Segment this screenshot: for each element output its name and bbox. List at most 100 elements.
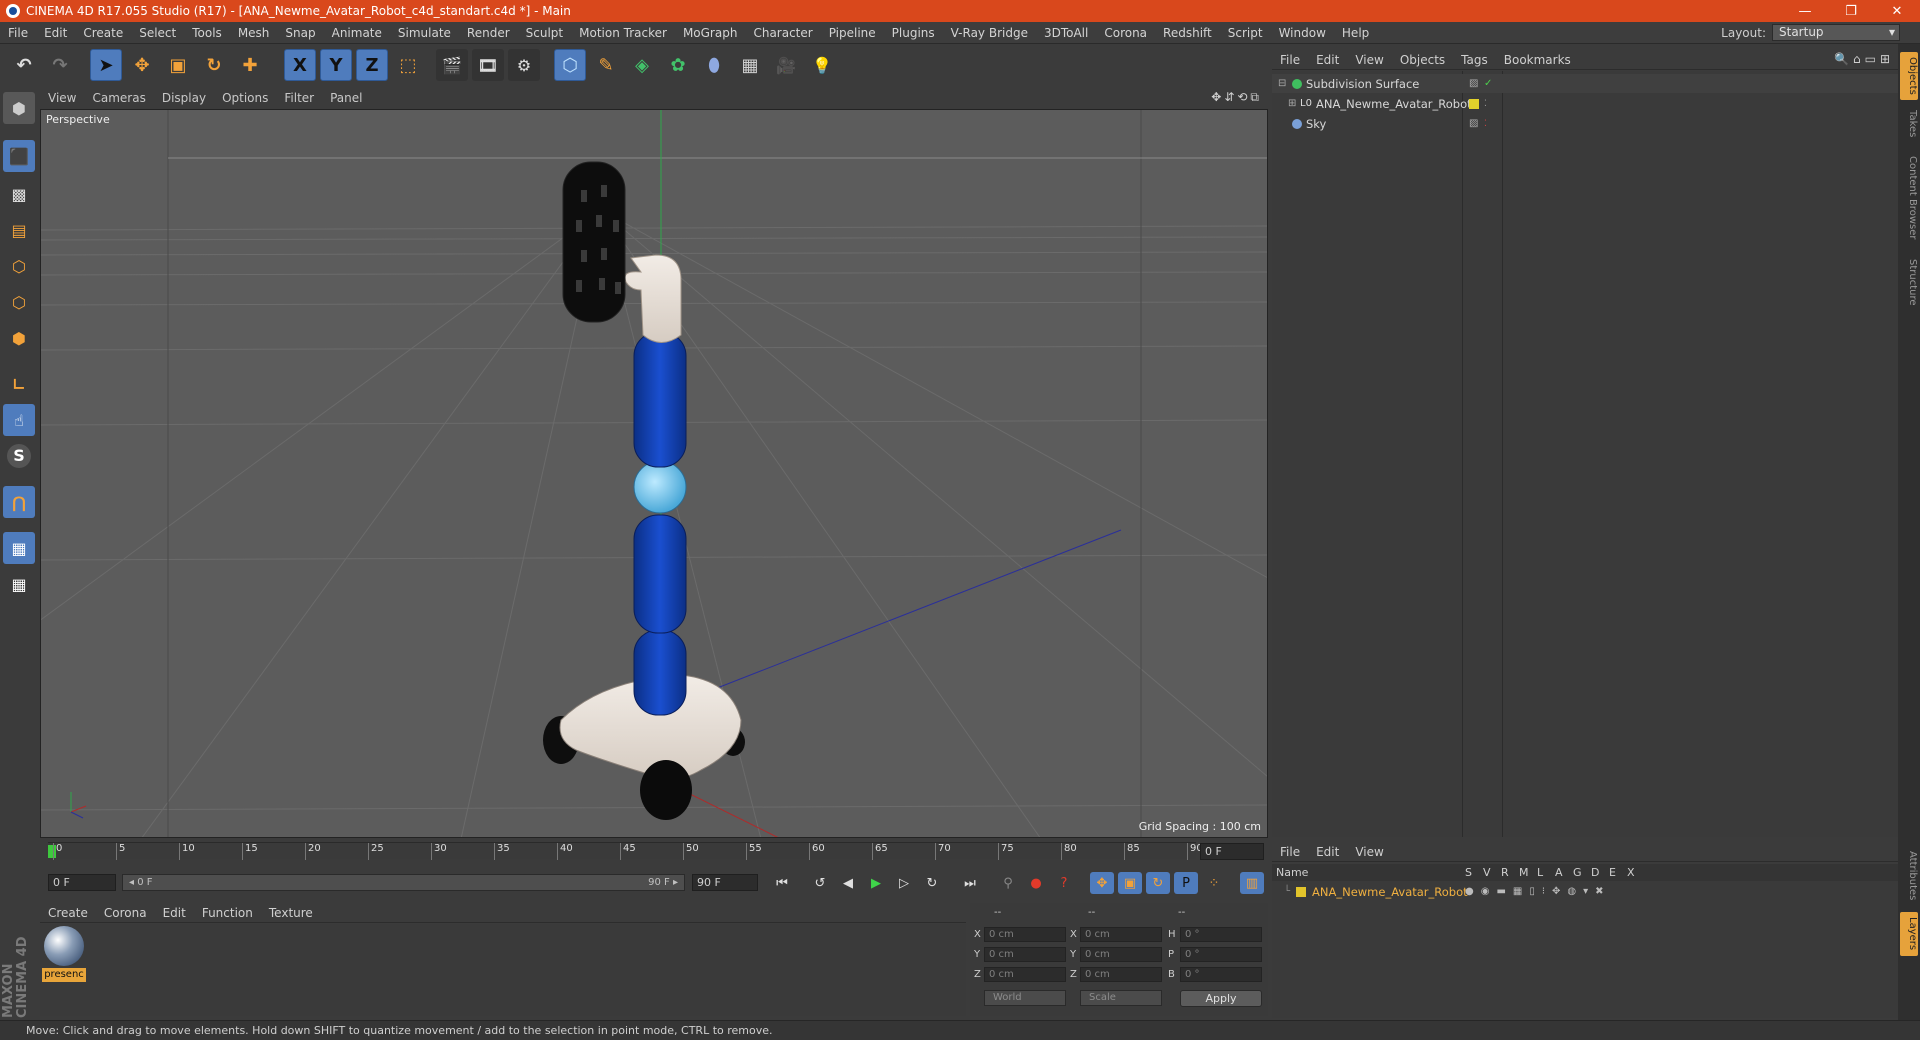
record-active-objects-icon[interactable]: ● <box>1024 872 1048 894</box>
light-object-icon[interactable]: 💡 <box>806 49 838 81</box>
coordinate-mode-dropdown[interactable]: World <box>984 990 1066 1006</box>
viewport-menu-display[interactable]: Display <box>154 91 214 105</box>
recent-tool-icon[interactable]: ✚ <box>234 49 266 81</box>
viewport-menu-cameras[interactable]: Cameras <box>84 91 153 105</box>
snap-magnet-icon[interactable]: ⋂ <box>3 486 35 518</box>
record-parameter-icon[interactable]: P <box>1174 872 1198 894</box>
menu-mesh[interactable]: Mesh <box>230 26 278 40</box>
deformer-icon[interactable]: ⬮ <box>698 49 730 81</box>
menu-3dtoall[interactable]: 3DToAll <box>1036 26 1096 40</box>
mm-menu-edit[interactable]: Edit <box>155 906 194 920</box>
coordinate-system-icon[interactable]: ⬚ <box>392 49 424 81</box>
collapse-icon[interactable]: ⊟ <box>1278 78 1286 89</box>
locked-workplane-icon[interactable]: ▦ <box>3 532 35 564</box>
mm-menu-function[interactable]: Function <box>194 906 261 920</box>
redo-icon[interactable]: ↷ <box>44 49 76 81</box>
axis-mode-icon[interactable]: ∟ <box>3 368 35 400</box>
make-editable-icon[interactable]: ⬢ <box>3 92 35 124</box>
menu-corona[interactable]: Corona <box>1096 26 1155 40</box>
menu-select[interactable]: Select <box>131 26 184 40</box>
apply-button[interactable]: Apply <box>1180 990 1262 1007</box>
select-tool-icon[interactable]: ➤ <box>90 49 122 81</box>
previous-frame-icon[interactable]: ◀ <box>836 872 860 894</box>
layer-color-icon[interactable] <box>1469 98 1479 109</box>
pos-y-field[interactable]: 0 cm <box>984 947 1066 962</box>
points-mode-icon[interactable]: ⬡ <box>3 250 35 282</box>
visibility-dots-icon[interactable]: ⁚ <box>1484 119 1487 129</box>
model-mode-icon[interactable]: ⬛ <box>3 140 35 172</box>
play-forward-icon[interactable]: ▶ <box>864 872 888 894</box>
object-row-sky[interactable]: Sky ▨ ⁚ <box>1272 114 1898 133</box>
om-menu-bookmarks[interactable]: Bookmarks <box>1496 53 1579 67</box>
rotate-tool-icon[interactable]: ↻ <box>198 49 230 81</box>
column-m[interactable]: M <box>1519 866 1529 879</box>
menu-window[interactable]: Window <box>1271 26 1334 40</box>
record-point-level-icon[interactable]: ⁘ <box>1202 872 1226 894</box>
go-to-start-icon[interactable]: ⏮ <box>770 872 794 894</box>
column-x[interactable]: X <box>1627 866 1635 879</box>
workplane-mode-icon[interactable]: ▤ <box>3 214 35 246</box>
visibility-dots-icon[interactable]: ⁚ <box>1484 99 1487 109</box>
column-s[interactable]: S <box>1465 866 1472 879</box>
go-to-end-icon[interactable]: ⏭ <box>958 872 982 894</box>
om-menu-view[interactable]: View <box>1347 53 1391 67</box>
menu-tools[interactable]: Tools <box>184 26 230 40</box>
viewport-menu-filter[interactable]: Filter <box>276 91 322 105</box>
column-g[interactable]: G <box>1573 866 1582 879</box>
next-key-icon[interactable]: ↻ <box>920 872 944 894</box>
column-l[interactable]: L <box>1537 866 1543 879</box>
om-menu-edit[interactable]: Edit <box>1308 53 1347 67</box>
layer-flag-icons[interactable]: ●◉▬▦▯⁝✥◍▾✖ <box>1465 886 1611 897</box>
render-settings-icon[interactable]: ⚙ <box>508 49 540 81</box>
object-row-robot[interactable]: ⊞ L0 ANA_Newme_Avatar_Robot ⁚ <box>1272 94 1898 113</box>
menu-plugins[interactable]: Plugins <box>884 26 943 40</box>
undo-icon[interactable]: ↶ <box>8 49 40 81</box>
tab-objects[interactable]: Objects <box>1900 52 1918 100</box>
menu-character[interactable]: Character <box>745 26 820 40</box>
cube-object-icon[interactable]: ⬡ <box>554 49 586 81</box>
layer-color-swatch[interactable] <box>1296 886 1306 897</box>
autokeying-icon[interactable]: ? <box>1052 872 1076 894</box>
render-view-icon[interactable]: 🎬 <box>436 49 468 81</box>
mm-menu-create[interactable]: Create <box>40 906 96 920</box>
subdivision-surface-icon[interactable]: ◈ <box>626 49 658 81</box>
current-frame-field[interactable]: 0 F <box>1200 843 1264 860</box>
floor-object-icon[interactable]: ▦ <box>734 49 766 81</box>
menu-simulate[interactable]: Simulate <box>390 26 459 40</box>
size-y-field[interactable]: 0 cm <box>1080 947 1162 962</box>
column-v[interactable]: V <box>1483 866 1491 879</box>
expand-icon[interactable]: ⊞ <box>1288 98 1296 109</box>
viewport-navigation-icons[interactable]: ✥⇵⟲⧉ <box>1211 90 1262 105</box>
timeline-window-icon[interactable]: ▥ <box>1240 872 1264 894</box>
om-search-icons[interactable]: 🔍⌂▭⊞ <box>1834 52 1894 66</box>
viewport-menu-options[interactable]: Options <box>214 91 276 105</box>
lm-menu-file[interactable]: File <box>1272 845 1308 859</box>
menu-snap[interactable]: Snap <box>277 26 323 40</box>
y-axis-lock-button[interactable]: Y <box>320 49 352 81</box>
layer-name[interactable]: ANA_Newme_Avatar_Robot <box>1312 885 1468 899</box>
material-swatch[interactable]: presenc <box>42 926 86 984</box>
enabled-check-icon[interactable]: ✓ <box>1484 78 1492 89</box>
menu-script[interactable]: Script <box>1220 26 1271 40</box>
menu-vray-bridge[interactable]: V-Ray Bridge <box>943 26 1036 40</box>
mm-menu-corona[interactable]: Corona <box>96 906 155 920</box>
mm-menu-texture[interactable]: Texture <box>261 906 321 920</box>
object-name[interactable]: Sky <box>1306 117 1326 131</box>
object-name[interactable]: Subdivision Surface <box>1306 77 1419 91</box>
scale-tool-icon[interactable]: ▣ <box>162 49 194 81</box>
restore-button[interactable]: ❐ <box>1828 4 1874 19</box>
pen-spline-icon[interactable]: ✎ <box>590 49 622 81</box>
menu-render[interactable]: Render <box>459 26 518 40</box>
tab-layers[interactable]: Layers <box>1900 912 1918 956</box>
rot-h-field[interactable]: 0 ° <box>1180 927 1262 942</box>
move-tool-icon[interactable]: ✥ <box>126 49 158 81</box>
menu-animate[interactable]: Animate <box>324 26 390 40</box>
keyframe-selection-icon[interactable]: ⚲ <box>996 872 1020 894</box>
size-z-field[interactable]: 0 cm <box>1080 967 1162 982</box>
menu-file[interactable]: File <box>0 26 36 40</box>
pos-x-field[interactable]: 0 cm <box>984 927 1066 942</box>
om-menu-tags[interactable]: Tags <box>1453 53 1496 67</box>
column-name[interactable]: Name <box>1276 866 1308 879</box>
next-frame-icon[interactable]: ▷ <box>892 872 916 894</box>
menu-redshift[interactable]: Redshift <box>1155 26 1220 40</box>
